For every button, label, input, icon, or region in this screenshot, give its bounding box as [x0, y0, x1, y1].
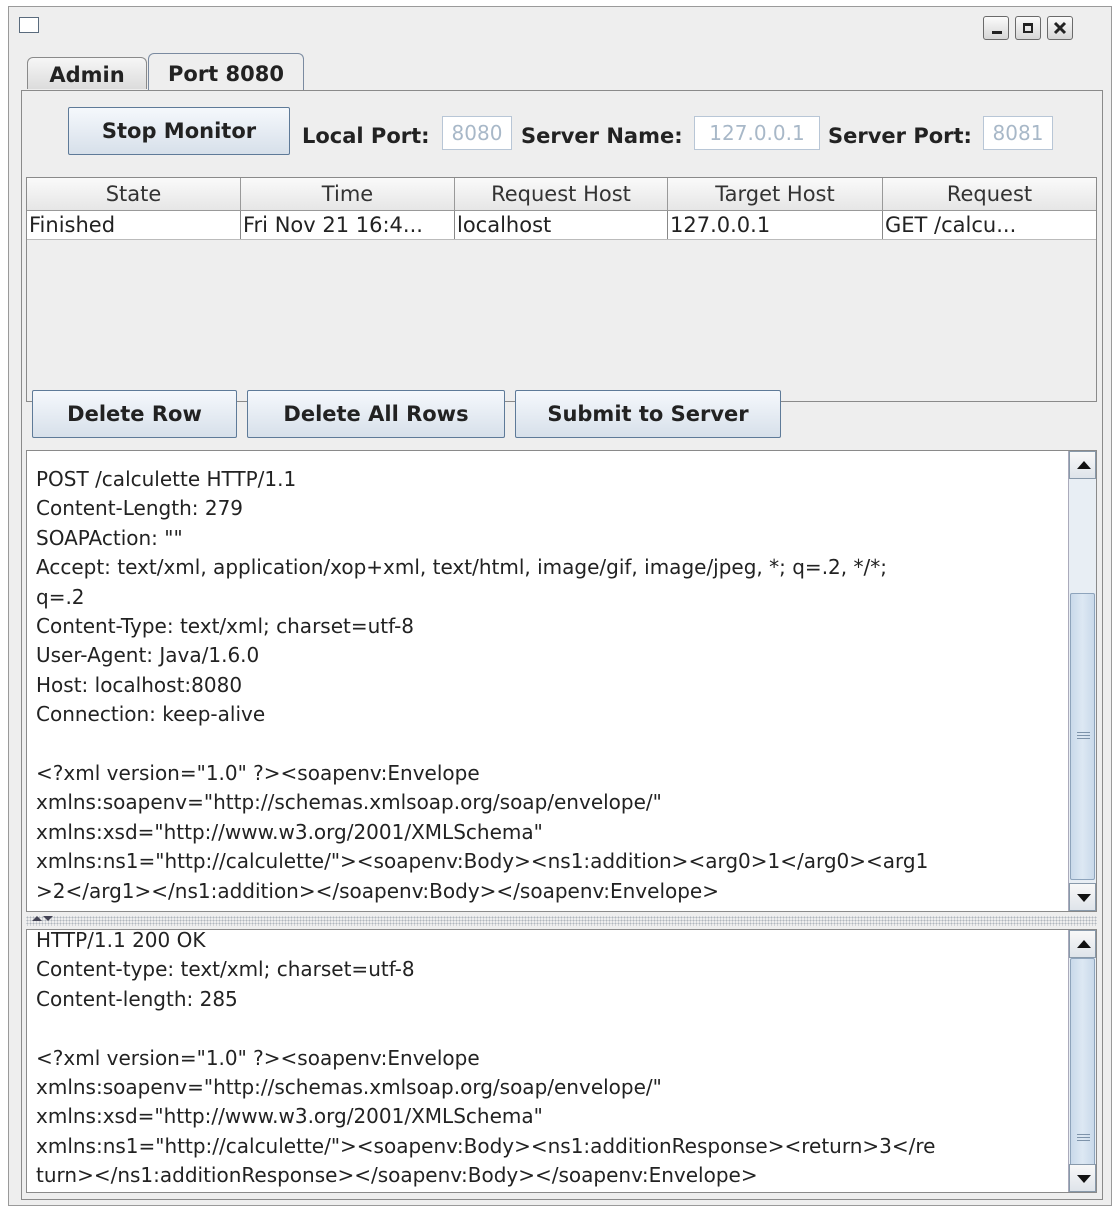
maximize-button[interactable]: [1015, 16, 1041, 40]
arrow-down-icon: [1077, 1175, 1091, 1183]
minimize-button[interactable]: [983, 16, 1009, 40]
arrow-down-icon: [1077, 894, 1091, 902]
scroll-up-button[interactable]: [1069, 930, 1096, 958]
connections-table: State Time Request Host Target Host Requ…: [26, 177, 1097, 402]
cell-request: GET /calcu...: [885, 213, 1017, 237]
request-scrollbar[interactable]: [1068, 451, 1096, 911]
maximize-icon: [1023, 23, 1033, 33]
cell-state: Finished: [27, 211, 241, 239]
split-up-icon[interactable]: [32, 916, 42, 921]
cell-request-host: localhost: [455, 211, 668, 239]
minimize-icon: [992, 31, 1002, 34]
server-port-label: Server Port:: [828, 124, 972, 148]
split-down-icon[interactable]: [43, 916, 53, 921]
column-header-state[interactable]: State: [27, 178, 241, 210]
delete-row-button[interactable]: Delete Row: [32, 390, 237, 438]
column-header-target-host[interactable]: Target Host: [668, 178, 883, 210]
local-port-label: Local Port:: [302, 124, 430, 148]
close-button[interactable]: [1047, 16, 1073, 40]
tab-port-8080[interactable]: Port 8080: [148, 53, 304, 91]
arrow-up-icon: [1077, 461, 1091, 469]
server-name-label: Server Name:: [521, 124, 683, 148]
split-divider[interactable]: [26, 916, 1097, 926]
table-row[interactable]: Finished Fri Nov 21 16:4... localhost 12…: [27, 211, 1096, 240]
submit-to-server-button[interactable]: Submit to Server: [515, 390, 781, 438]
arrow-up-icon: [1077, 940, 1091, 948]
tab-admin[interactable]: Admin: [27, 57, 147, 89]
table-header: State Time Request Host Target Host Requ…: [27, 178, 1096, 211]
stop-monitor-button[interactable]: Stop Monitor: [68, 107, 290, 155]
cell-time: Fri Nov 21 16:4...: [241, 211, 455, 239]
response-text-area[interactable]: HTTP/1.1 200 OK Content-type: text/xml; …: [26, 929, 1097, 1193]
column-header-request-host[interactable]: Request Host: [455, 178, 668, 210]
cell-target-host: 127.0.0.1: [668, 211, 883, 239]
response-text: HTTP/1.1 200 OK Content-type: text/xml; …: [36, 929, 936, 1188]
title-bar[interactable]: [9, 7, 1111, 47]
scroll-down-button[interactable]: [1069, 1164, 1096, 1192]
scroll-down-button[interactable]: [1069, 883, 1096, 911]
window-icon[interactable]: [19, 17, 39, 33]
request-text: POST /calculette HTTP/1.1 Content-Length…: [36, 467, 929, 903]
monitor-window: Admin Port 8080 Stop Monitor Local Port:…: [8, 6, 1112, 1206]
delete-all-rows-button[interactable]: Delete All Rows: [247, 390, 505, 438]
column-header-time[interactable]: Time: [241, 178, 455, 210]
scroll-up-button[interactable]: [1069, 451, 1096, 479]
response-scrollbar[interactable]: [1068, 930, 1096, 1192]
scroll-thumb[interactable]: [1070, 593, 1095, 880]
scroll-thumb[interactable]: [1070, 958, 1095, 1166]
close-icon: [1053, 21, 1067, 35]
server-name-field[interactable]: 127.0.0.1: [694, 116, 820, 150]
server-port-field[interactable]: 8081: [983, 116, 1053, 150]
local-port-field[interactable]: 8080: [442, 116, 512, 150]
column-header-request[interactable]: Request: [883, 178, 1096, 210]
request-text-area[interactable]: POST /calculette HTTP/1.1 Content-Length…: [26, 450, 1097, 912]
port-panel: Stop Monitor Local Port: 8080 Server Nam…: [21, 90, 1103, 1200]
